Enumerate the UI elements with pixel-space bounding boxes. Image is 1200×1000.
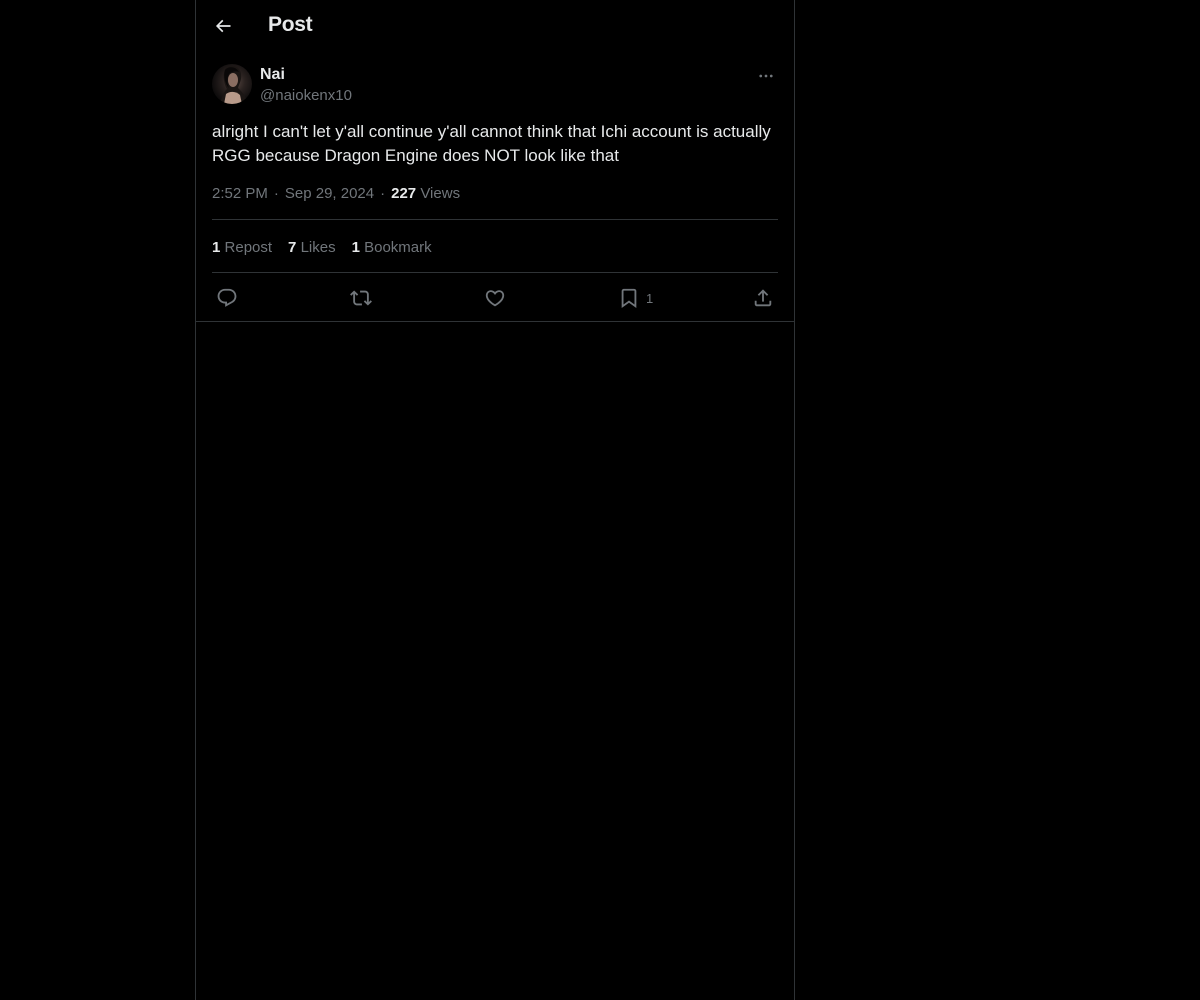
more-icon: [759, 74, 773, 78]
post-column: Post Nai @naiokenx10 alright I can't let…: [195, 0, 795, 1000]
reply-button[interactable]: [216, 286, 238, 310]
bookmarks-label: Bookmark: [364, 239, 432, 256]
separator: ·: [380, 185, 386, 202]
user-handle[interactable]: @naiokenx10: [260, 87, 352, 104]
like-button[interactable]: [484, 286, 506, 310]
likes-stat[interactable]: 7 Likes: [288, 239, 336, 256]
reposts-stat[interactable]: 1 Repost: [212, 239, 272, 256]
share-icon: [754, 289, 772, 307]
avatar[interactable]: [212, 64, 252, 104]
bookmarks-stat[interactable]: 1 Bookmark: [352, 239, 432, 256]
likes-count: 7: [288, 239, 297, 256]
share-button[interactable]: [752, 286, 774, 310]
repost-button[interactable]: [350, 286, 372, 310]
reposts-label: Repost: [224, 239, 273, 256]
post-time[interactable]: 2:52 PM: [212, 185, 268, 202]
more-options-button[interactable]: [754, 66, 778, 86]
separator: ·: [273, 185, 279, 202]
likes-label: Likes: [300, 239, 336, 256]
views-count: 227: [391, 185, 417, 202]
avatar-image: [220, 66, 248, 104]
back-button[interactable]: [208, 11, 238, 41]
bookmark-icon: [621, 288, 637, 309]
post-date[interactable]: Sep 29, 2024: [285, 185, 374, 202]
repost-icon: [350, 290, 372, 306]
display-name[interactable]: Nai: [260, 66, 285, 84]
page-title: Post: [268, 13, 313, 36]
header: Post: [196, 0, 794, 53]
bookmark-count: 1: [646, 290, 654, 306]
engagement-stats: 1 Repost 7 Likes 1 Bookmark: [212, 239, 448, 256]
post-bottom-divider: [196, 321, 794, 322]
bookmark-button[interactable]: 1: [618, 286, 653, 310]
divider: [212, 219, 778, 220]
heart-icon: [485, 290, 505, 307]
reposts-count: 1: [212, 239, 221, 256]
arrow-left-icon: [215, 19, 231, 33]
action-bar: 1: [212, 286, 778, 310]
bookmarks-count: 1: [351, 239, 360, 256]
post-meta: 2:52 PM · Sep 29, 2024 · 227 Views: [212, 185, 460, 202]
post-text: alright I can't let y'all continue y'all…: [212, 122, 771, 165]
divider: [212, 272, 778, 273]
views-label: Views: [420, 185, 461, 202]
reply-icon: [217, 288, 237, 307]
